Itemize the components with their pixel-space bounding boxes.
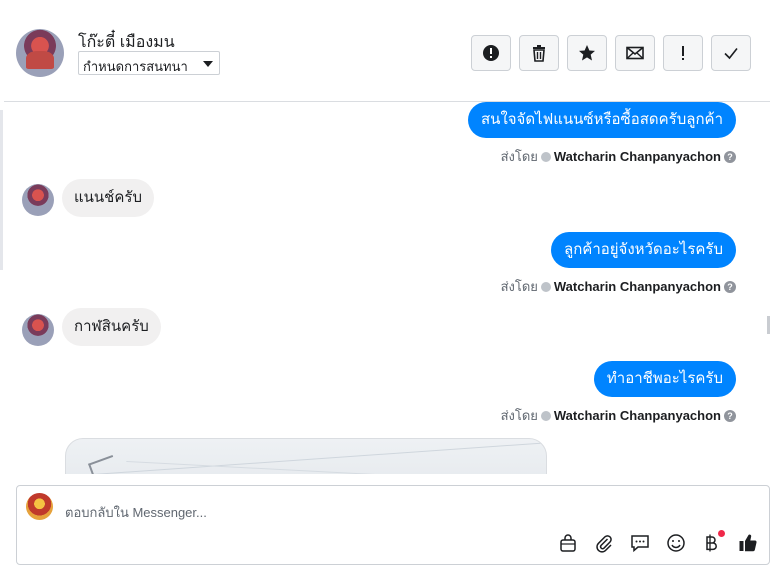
check-icon <box>724 48 738 60</box>
shopping-bag-icon <box>560 534 576 552</box>
exclamation-icon <box>682 46 684 60</box>
smiley-icon <box>667 534 685 552</box>
sender-name[interactable]: Watcharin Chanpanyachon <box>554 279 721 294</box>
reply-composer[interactable]: ตอบกลับใน Messenger... <box>16 485 770 565</box>
image-content <box>88 455 118 474</box>
verified-dot-icon <box>540 151 551 162</box>
done-button[interactable] <box>711 35 751 71</box>
saved-replies-button[interactable] <box>629 532 651 554</box>
sent-by-prefix: ส่งโดย <box>500 149 538 164</box>
conversation-header: โก๊ะตี๋ เมืองมน กำหนดการสนทนา <box>4 4 770 102</box>
sent-by-line: ส่งโดย Watcharin Chanpanyachon ? <box>501 146 736 167</box>
sent-by-prefix: ส่งโดย <box>500 408 538 423</box>
verified-dot-icon <box>540 410 551 421</box>
star-button[interactable] <box>567 35 607 71</box>
sender-name[interactable]: Watcharin Chanpanyachon <box>554 408 721 423</box>
messenger-inbox-pane: โก๊ะตี๋ เมืองมน กำหนดการสนทนา สนใจจัดไฟแ… <box>0 0 770 575</box>
unread-button[interactable] <box>615 35 655 71</box>
contact-avatar-small[interactable] <box>22 314 54 346</box>
composer-toolbar <box>557 530 759 554</box>
contact-avatar[interactable] <box>16 29 64 77</box>
alert-circle-icon <box>483 45 499 61</box>
outgoing-message[interactable]: ทำอาชีพอะไรครับ <box>593 361 736 397</box>
sent-by-line: ส่งโดย Watcharin Chanpanyachon ? <box>501 276 736 297</box>
thumbs-up-icon <box>739 534 757 552</box>
spam-button[interactable] <box>471 35 511 71</box>
verified-dot-icon <box>540 281 551 292</box>
sender-name[interactable]: Watcharin Chanpanyachon <box>554 149 721 164</box>
message-thread[interactable]: สนใจจัดไฟแนนซ์หรือซื้อสดครับลูกค้า ส่งโด… <box>4 102 770 474</box>
contact-avatar-small[interactable] <box>22 184 54 216</box>
notification-dot <box>718 530 725 537</box>
help-icon[interactable]: ? <box>724 409 736 422</box>
star-icon <box>579 45 595 61</box>
help-icon[interactable]: ? <box>724 280 736 293</box>
conversation-status-select[interactable]: กำหนดการสนทนา <box>78 51 220 75</box>
chat-bubble-icon <box>631 535 649 553</box>
image-attachment[interactable] <box>65 438 547 474</box>
priority-button[interactable] <box>663 35 703 71</box>
outgoing-message[interactable]: ลูกค้าอยู่จังหวัดอะไรครับ <box>551 232 736 268</box>
envelope-icon <box>626 46 644 60</box>
status-select-label: กำหนดการสนทนา <box>83 59 188 74</box>
left-scrollbar[interactable] <box>0 110 3 270</box>
trash-icon <box>533 45 545 62</box>
delete-button[interactable] <box>519 35 559 71</box>
outgoing-message[interactable]: สนใจจัดไฟแนนซ์หรือซื้อสดครับลูกค้า <box>468 102 736 138</box>
help-icon[interactable]: ? <box>724 150 736 163</box>
incoming-message[interactable]: แนนช์ครับ <box>62 179 154 217</box>
incoming-message[interactable]: กาฬสินครับ <box>62 308 161 346</box>
like-button[interactable] <box>737 532 759 554</box>
emoji-button[interactable] <box>665 532 687 554</box>
reply-input[interactable]: ตอบกลับใน Messenger... <box>65 502 207 523</box>
paperclip-icon <box>596 535 612 553</box>
sent-by-prefix: ส่งโดย <box>500 279 538 294</box>
page-avatar <box>26 493 53 520</box>
shopping-bag-button[interactable] <box>557 532 579 554</box>
caret-down-icon <box>203 61 213 67</box>
payment-button[interactable] <box>701 530 725 554</box>
sent-by-line: ส่งโดย Watcharin Chanpanyachon ? <box>501 405 736 426</box>
attach-button[interactable] <box>593 532 615 554</box>
